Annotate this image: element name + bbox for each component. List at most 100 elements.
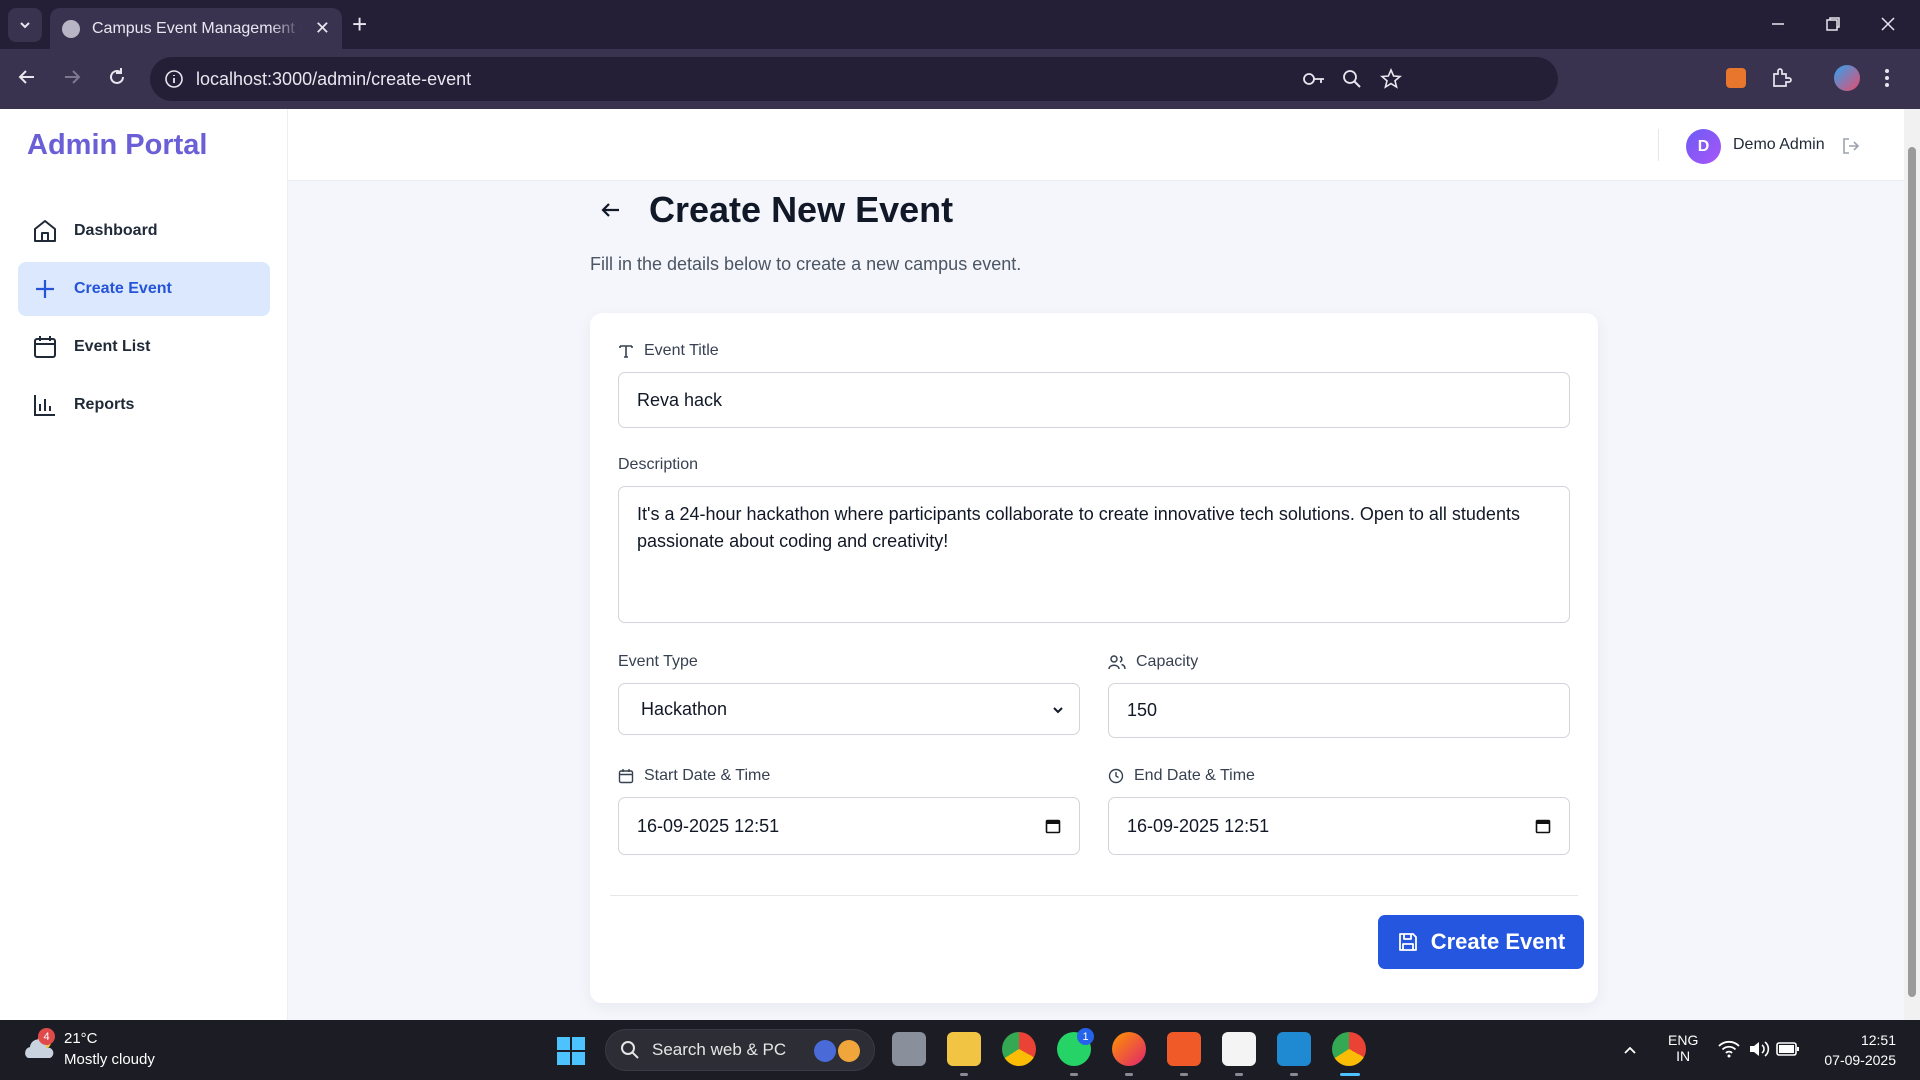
form-divider xyxy=(610,895,1578,896)
sidebar-item-label: Reports xyxy=(74,396,135,413)
weather-description[interactable]: Mostly cloudy xyxy=(64,1051,155,1068)
start-datetime-label: Start Date & Time xyxy=(618,767,770,785)
reader-app-icon[interactable] xyxy=(1167,1032,1201,1066)
new-tab-button[interactable]: + xyxy=(352,10,367,38)
capacity-label: Capacity xyxy=(1108,653,1198,671)
extensions-puzzle-icon[interactable] xyxy=(1770,67,1792,89)
chrome-active-icon[interactable] xyxy=(1332,1032,1366,1066)
window-close-icon[interactable] xyxy=(1880,16,1896,32)
globe-icon xyxy=(62,19,80,38)
header-divider xyxy=(1658,129,1659,161)
event-type-label: Event Type xyxy=(618,653,698,670)
sidebar-item-create-event[interactable]: Create Event xyxy=(18,262,270,316)
logout-icon[interactable] xyxy=(1841,136,1861,156)
minimize-icon[interactable] xyxy=(1770,16,1786,32)
tab-search-button[interactable] xyxy=(8,8,42,42)
create-event-form: Event Title Reva hack Description It's a… xyxy=(590,313,1598,1003)
task-view-icon[interactable] xyxy=(892,1032,926,1066)
top-header: D Demo Admin xyxy=(288,109,1904,181)
taskbar-search[interactable]: Search web & PC xyxy=(605,1029,875,1071)
chevron-up-icon[interactable] xyxy=(1622,1042,1638,1058)
users-icon xyxy=(1108,655,1126,670)
profile-avatar[interactable] xyxy=(1834,65,1860,91)
weather-badge: 4 xyxy=(38,1028,55,1045)
calendar-picker-icon[interactable] xyxy=(1535,818,1551,834)
zoom-icon[interactable] xyxy=(1342,69,1362,89)
calendar-picker-icon[interactable] xyxy=(1045,818,1061,834)
plus-icon xyxy=(36,280,54,298)
sidebar-item-label: Dashboard xyxy=(74,222,158,239)
home-icon xyxy=(34,220,56,242)
language-indicator[interactable]: ENG IN xyxy=(1668,1032,1698,1064)
windows-start-icon[interactable] xyxy=(556,1036,586,1066)
page-scrollbar[interactable] xyxy=(1904,109,1920,1020)
chevron-down-icon xyxy=(1053,707,1063,714)
bookmark-star-icon[interactable] xyxy=(1380,68,1402,90)
description-label: Description xyxy=(618,456,699,473)
sidebar-item-event-list[interactable]: Event List xyxy=(18,320,270,374)
whatsapp-badge: 1 xyxy=(1077,1028,1094,1045)
address-bar[interactable]: localhost:3000/admin/create-event xyxy=(150,57,1558,101)
page-title: Create New Event xyxy=(649,189,954,230)
sidebar-item-dashboard[interactable]: Dashboard xyxy=(18,204,270,258)
reload-icon[interactable] xyxy=(106,66,128,88)
start-datetime-input[interactable]: 16-09-2025 12:51 xyxy=(618,797,1080,855)
event-type-select[interactable]: Hackathon xyxy=(618,683,1080,735)
end-datetime-input[interactable]: 16-09-2025 12:51 xyxy=(1108,797,1570,855)
browser-tab-bar: Campus Event Management Platform ✕ + xyxy=(0,0,1920,49)
text-type-icon xyxy=(619,345,633,358)
search-icon xyxy=(621,1041,639,1059)
file-explorer-icon[interactable] xyxy=(947,1032,981,1066)
description-textarea[interactable]: It's a 24-hour hackathon where participa… xyxy=(618,486,1570,623)
create-event-button[interactable]: Create Event xyxy=(1378,915,1584,969)
volume-icon[interactable] xyxy=(1748,1040,1770,1058)
event-title-input[interactable]: Reva hack xyxy=(618,372,1570,428)
event-title-label: Event Title xyxy=(618,342,719,360)
widget-icon xyxy=(838,1040,860,1062)
bar-chart-icon xyxy=(34,395,55,416)
calendar-icon xyxy=(618,769,634,784)
start-datetime-value: 16-09-2025 12:51 xyxy=(637,815,780,836)
site-info-icon[interactable] xyxy=(164,69,184,89)
page-subtitle: Fill in the details below to create a ne… xyxy=(590,254,1022,274)
end-datetime-label: End Date & Time xyxy=(1108,767,1255,785)
sidebar-item-label: Event List xyxy=(74,338,151,355)
calendar-icon xyxy=(34,336,56,358)
copilot-icon xyxy=(814,1040,836,1062)
page-viewport: Admin Portal Dashboard Create Event Even… xyxy=(0,109,1904,1020)
close-tab-icon[interactable]: ✕ xyxy=(315,18,330,39)
tab-title: Campus Event Management Platform xyxy=(92,19,302,37)
end-datetime-value: 16-09-2025 12:51 xyxy=(1127,815,1270,836)
capacity-input[interactable]: 150 xyxy=(1108,683,1570,738)
sidebar-item-label: Create Event xyxy=(74,280,172,297)
metamask-extension-icon[interactable] xyxy=(1726,68,1746,88)
create-event-button-label: Create Event xyxy=(1430,929,1566,954)
vscode-icon[interactable] xyxy=(1277,1032,1311,1066)
user-name[interactable]: Demo Admin xyxy=(1733,136,1825,154)
sidebar: Admin Portal Dashboard Create Event Even… xyxy=(0,109,288,1020)
more-menu-icon[interactable] xyxy=(1884,67,1890,89)
save-icon xyxy=(1398,933,1417,951)
browser-tab[interactable]: Campus Event Management Platform ✕ xyxy=(50,8,342,49)
sidebar-item-reports[interactable]: Reports xyxy=(18,378,270,432)
search-placeholder: Search web & PC xyxy=(652,1040,787,1059)
system-clock[interactable]: 12:51 07-09-2025 xyxy=(1824,1030,1896,1070)
battery-icon[interactable] xyxy=(1776,1041,1800,1057)
forward-icon[interactable] xyxy=(61,66,83,88)
chrome-icon[interactable] xyxy=(1002,1032,1036,1066)
weather-temperature[interactable]: 21°C xyxy=(64,1030,98,1047)
chevron-down-icon xyxy=(20,22,30,29)
wifi-icon[interactable] xyxy=(1718,1040,1740,1058)
event-type-value: Hackathon xyxy=(641,698,728,719)
scrollbar-thumb[interactable] xyxy=(1908,147,1916,997)
back-icon[interactable] xyxy=(16,66,38,88)
brand-title[interactable]: Admin Portal xyxy=(27,129,207,162)
windows-taskbar: 4 21°C Mostly cloudy Search web & PC 1 E… xyxy=(0,1020,1920,1080)
back-arrow-icon[interactable] xyxy=(598,197,624,223)
clock-icon xyxy=(1108,768,1124,784)
firefox-icon[interactable] xyxy=(1112,1032,1146,1066)
restore-icon[interactable] xyxy=(1825,16,1841,32)
writer-app-icon[interactable] xyxy=(1222,1032,1256,1066)
password-key-icon[interactable] xyxy=(1302,69,1326,89)
avatar[interactable]: D xyxy=(1686,129,1721,164)
